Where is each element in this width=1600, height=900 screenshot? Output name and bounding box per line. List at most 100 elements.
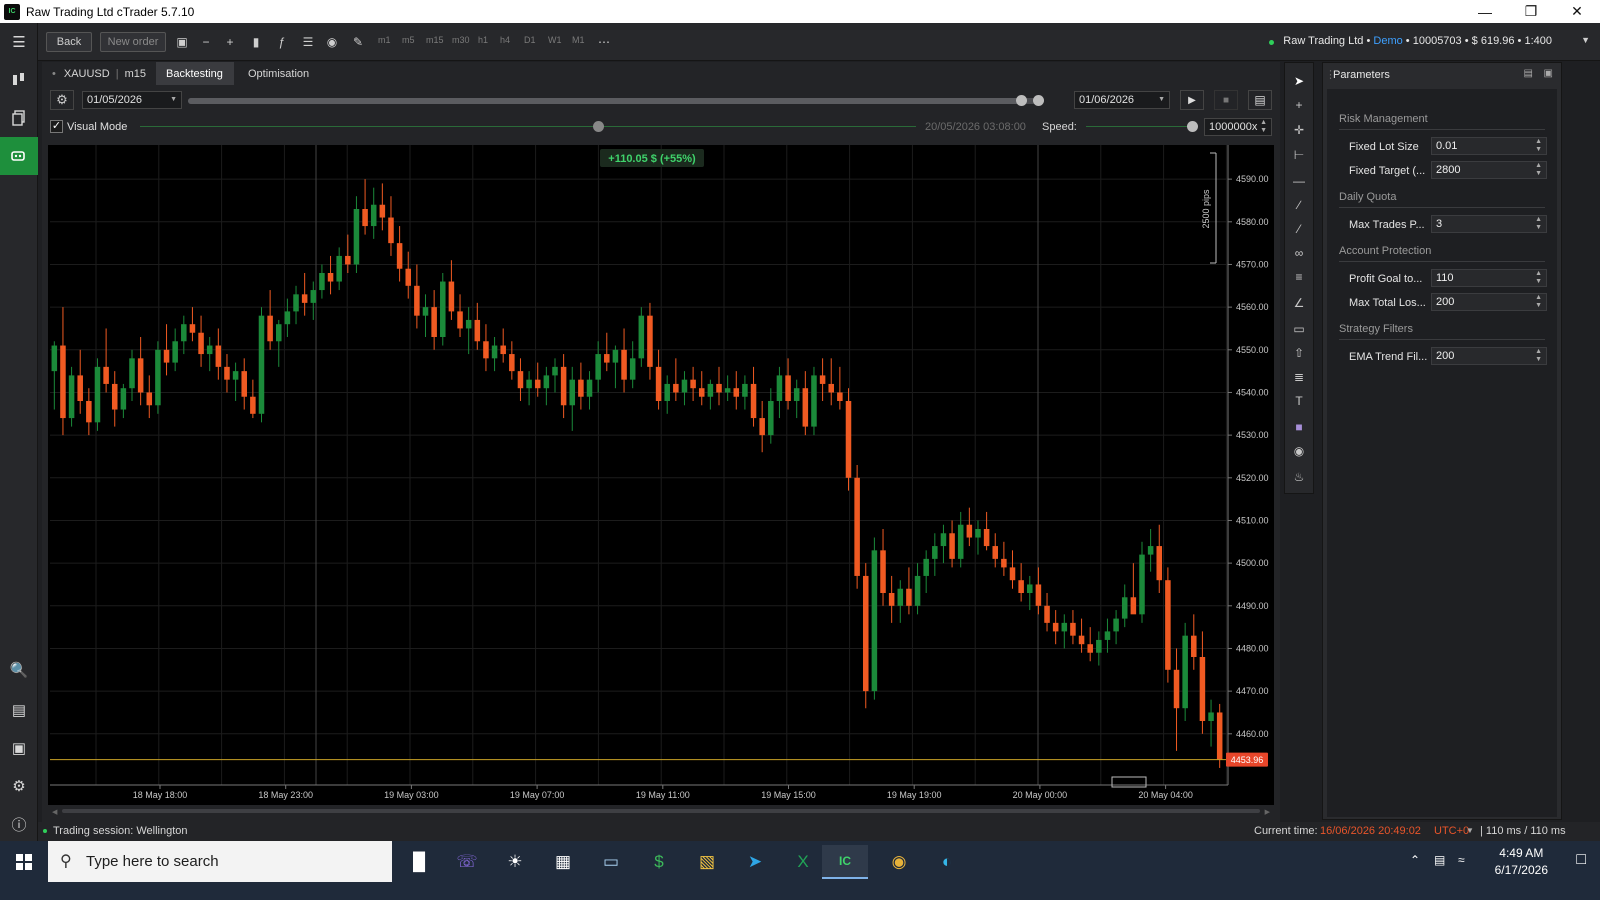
ctrader-app-icon[interactable]: IC [822, 845, 868, 879]
market-icon[interactable]: ▤ [0, 691, 38, 729]
taskbar-search-input[interactable]: ⚲ Type here to search [48, 841, 392, 882]
excel-app-icon[interactable]: X [782, 845, 824, 879]
new-order-button[interactable]: New order [100, 32, 166, 52]
close-button[interactable]: ✕ [1554, 0, 1600, 23]
levels-tool-icon[interactable]: ≣ [1285, 365, 1313, 389]
help-icon[interactable]: ⓘ [0, 805, 38, 843]
rectangle-tool-icon[interactable]: ▭ [1285, 317, 1313, 341]
horizontal-line-icon[interactable]: — [1285, 169, 1313, 193]
crosshair-measure-icon[interactable]: ✛ [1285, 118, 1313, 142]
restore-button[interactable]: ❐ [1508, 0, 1554, 23]
indicators-icon[interactable]: ƒ [272, 33, 292, 51]
color-picker-icon[interactable]: ■ [1285, 415, 1313, 439]
scroll-thumb[interactable] [62, 809, 1260, 813]
network-icon[interactable]: ▤ [1434, 853, 1445, 867]
backtest-settings-gear-icon[interactable]: ⚙ [50, 90, 74, 110]
chevron-down-icon[interactable]: ▼ [1466, 826, 1474, 835]
scroll-left-icon[interactable]: ◀ [52, 808, 57, 816]
tab-symbol[interactable]: • XAUUSD | m15 [42, 62, 156, 85]
file-explorer-icon[interactable]: ▧ [686, 845, 728, 879]
param-input-fixed-lot[interactable]: 0.01 ▲ ▼ [1431, 137, 1547, 155]
terminal-app-icon[interactable]: █ [398, 845, 440, 879]
fan-tool-icon[interactable]: ∠ [1285, 291, 1313, 315]
fibonacci-icon[interactable]: ≡ [1285, 265, 1313, 289]
back-button[interactable]: Back [46, 32, 92, 52]
param-input-fixed-target[interactable]: 2800 ▲ ▼ [1431, 161, 1547, 179]
chrome-app-icon[interactable]: ◉ [878, 845, 920, 879]
settings-gear-icon[interactable]: ⚙ [0, 767, 38, 805]
copy-app-icon[interactable] [0, 99, 38, 137]
trade-app-icon[interactable] [0, 61, 38, 99]
spinner-icon[interactable]: ▲ ▼ [1535, 294, 1542, 310]
layers-icon[interactable]: ☰ [298, 33, 318, 51]
account-dropdown-icon[interactable]: ▼ [1581, 35, 1590, 45]
trend-line-icon[interactable]: ∕ [1285, 193, 1313, 217]
spinner-icon[interactable]: ▲ ▼ [1535, 216, 1542, 232]
timeframe-m15[interactable]: m15 [426, 35, 444, 45]
panel-minimize-icon[interactable]: ▤ [1524, 68, 1533, 79]
screenshot-icon[interactable]: ◉ [1285, 439, 1313, 463]
measure-tool-icon[interactable]: ⊢ [1285, 143, 1313, 167]
param-input-profit-goal[interactable]: 110 ▲ ▼ [1431, 269, 1547, 287]
speed-input[interactable]: 1000000x ▲ ▼ [1204, 118, 1272, 136]
telegram-app-icon[interactable]: ➤ [734, 845, 776, 879]
account-selector[interactable]: Raw Trading Ltd • Demo • 10005703 • $ 61… [1283, 35, 1552, 47]
timeframe-m1[interactable]: m1 [378, 35, 391, 45]
chart-type-icon[interactable]: ▮ [246, 33, 266, 51]
timeframe-d1[interactable]: D1 [524, 35, 536, 45]
price-chart[interactable]: 4590.00 4580.00 4570.00 4560.00 4550.00 4540.… [48, 145, 1274, 805]
timeframe-m30[interactable]: m30 [452, 35, 470, 45]
menu-icon[interactable]: ☰ [0, 23, 38, 61]
report-icon[interactable]: ▤ [1248, 90, 1272, 110]
more-icon[interactable]: ⋯ [594, 33, 614, 51]
windows-start-icon[interactable] [0, 841, 48, 882]
progress-end-handle[interactable] [1032, 95, 1044, 106]
money-app-icon[interactable]: $ [638, 845, 680, 879]
tab-backtesting[interactable]: Backtesting [156, 62, 234, 85]
viber-app-icon[interactable]: ☏ [446, 845, 488, 879]
stop-button[interactable]: ■ [1214, 90, 1238, 110]
shape-tool-icon[interactable]: ⇧ [1285, 341, 1313, 365]
algo-app-icon[interactable] [0, 137, 38, 175]
panel-save-icon[interactable]: ▣ [1544, 68, 1553, 79]
zoom-in-icon[interactable]: + [220, 33, 240, 51]
tab-optimisation[interactable]: Optimisation [238, 62, 324, 85]
timezone-selector[interactable]: UTC+0 [1434, 825, 1469, 837]
wifi-icon[interactable]: ≈ [1458, 853, 1465, 867]
spinner-icon[interactable]: ▲ ▼ [1535, 348, 1542, 364]
alert-bell-icon[interactable]: ♨ [1285, 465, 1313, 489]
visual-mode-checkbox[interactable]: ✓ [50, 120, 63, 133]
spinner-icon[interactable]: ▲ ▼ [1535, 270, 1542, 286]
end-date-input[interactable]: 01/06/2026 ▼ [1074, 91, 1170, 109]
timeframe-mn1[interactable]: M1 [572, 35, 585, 45]
timeframe-w1[interactable]: W1 [548, 35, 562, 45]
crosshair-tool-icon[interactable]: + [1285, 93, 1313, 117]
start-date-input[interactable]: 01/05/2026 ▼ [82, 91, 182, 109]
zoom-out-icon[interactable]: − [196, 33, 216, 51]
channel-tool-icon[interactable]: ⁄ [1285, 217, 1313, 241]
minimize-button[interactable]: — [1462, 0, 1508, 23]
pitchfork-icon[interactable]: ∞ [1285, 241, 1313, 265]
eye-icon[interactable]: ◉ [322, 33, 342, 51]
notifications-icon[interactable]: □ [1576, 851, 1586, 869]
panel-grip-icon[interactable]: ⋮ [1325, 68, 1336, 81]
chevron-up-icon[interactable]: ⌃ [1410, 853, 1420, 867]
param-input-ema-trend[interactable]: 200 ▲ ▼ [1431, 347, 1547, 365]
text-tool-icon[interactable]: T [1285, 389, 1313, 413]
edge-app-icon[interactable]: ◐ [926, 845, 968, 879]
chart-horizontal-scrollbar[interactable]: ◀ ▶ [48, 805, 1274, 817]
scroll-right-icon[interactable]: ▶ [1265, 808, 1270, 816]
paint-app-icon[interactable]: ☀ [494, 845, 536, 879]
spinner-icon[interactable]: ▲ ▼ [1535, 138, 1542, 154]
spinner-icon[interactable]: ▲ ▼ [1535, 162, 1542, 178]
param-input-max-total-loss[interactable]: 200 ▲ ▼ [1431, 293, 1547, 311]
zoom-search-icon[interactable]: 🔍 [0, 651, 38, 689]
notepad-app-icon[interactable]: ▭ [590, 845, 632, 879]
param-input-max-trades[interactable]: 3 ▲ ▼ [1431, 215, 1547, 233]
speed-slider-handle[interactable] [1187, 121, 1198, 132]
chart-layout-icon[interactable]: ▣ [172, 33, 192, 51]
calculator-app-icon[interactable]: ▦ [542, 845, 584, 879]
timeframe-h4[interactable]: h4 [500, 35, 510, 45]
progress-handle[interactable] [1015, 95, 1027, 106]
taskbar-clock[interactable]: 4:49 AM 6/17/2026 [1495, 845, 1548, 879]
